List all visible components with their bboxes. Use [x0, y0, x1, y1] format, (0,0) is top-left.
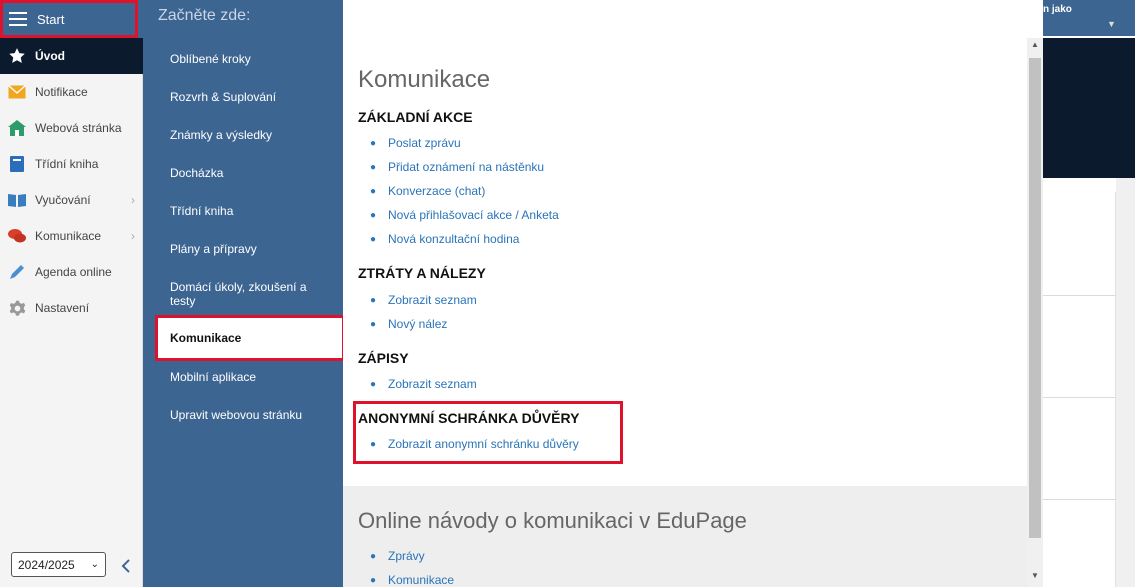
chevron-right-icon: ›	[131, 229, 135, 243]
link-nova-prihlasovaci-akce[interactable]: Nová přihlašovací akce / Anketa	[388, 208, 559, 222]
sidebar-item-nastaveni[interactable]: Nastavení	[0, 290, 143, 326]
sidebar-item-label: Vyučování	[35, 193, 91, 207]
chat-icon	[8, 227, 26, 245]
subsection-heading: ZÁKLADNÍ AKCE	[358, 109, 473, 125]
highlight-box	[353, 401, 623, 464]
link-guide-zpravy[interactable]: Zprávy	[388, 549, 425, 563]
menu-item-komunikace[interactable]: Komunikace	[155, 315, 345, 361]
bullet: ●	[370, 234, 377, 245]
menu-item-oblibene-kroky[interactable]: Oblíbené kroky	[170, 52, 335, 66]
bullet: ●	[370, 551, 377, 562]
sidebar-item-label: Notifikace	[35, 85, 88, 99]
menu-item-mobilni-aplikace[interactable]: Mobilní aplikace	[170, 370, 335, 384]
link-zapisy-zobrazit-seznam[interactable]: Zobrazit seznam	[388, 377, 477, 391]
dark-header-band	[1043, 38, 1135, 178]
bullet: ●	[370, 575, 377, 586]
sidebar-item-komunikace[interactable]: Komunikace ›	[0, 218, 143, 254]
sidebar-item-vyucovani[interactable]: Vyučování ›	[0, 182, 143, 218]
subsection-heading: ZTRÁTY A NÁLEZY	[358, 265, 486, 281]
bullet: ●	[370, 379, 377, 390]
start-label: Start	[37, 11, 65, 27]
menu-header: Začněte zde:	[158, 7, 251, 24]
open-book-icon	[8, 191, 26, 209]
menu-item-domaci-ukoly[interactable]: Domácí úkoly, zkoušení a testy	[170, 280, 335, 308]
menu-item-rozvrh[interactable]: Rozvrh & Suplování	[170, 90, 335, 104]
scrollbar-thumb[interactable]	[1029, 58, 1041, 538]
scroll-down-arrow-icon[interactable]: ▼	[1029, 571, 1041, 583]
menu-item-tridni-kniha[interactable]: Třídní kniha	[170, 204, 335, 218]
sidebar-item-label: Webová stránka	[35, 121, 122, 135]
sidebar-item-notifikace[interactable]: Notifikace	[0, 74, 143, 110]
bullet: ●	[370, 295, 377, 306]
sidebar-item-agenda-online[interactable]: Agenda online	[0, 254, 143, 290]
sidebar-item-label: Agenda online	[35, 265, 112, 279]
divider	[1043, 397, 1116, 398]
school-year-select[interactable]: 2024/2025 ⌄	[11, 552, 106, 577]
school-year-value: 2024/2025	[18, 557, 75, 572]
guides-title: Online návody o komunikaci v EduPage	[358, 508, 747, 533]
bullet: ●	[370, 162, 377, 173]
hamburger-icon	[9, 12, 27, 26]
section-title: Komunikace	[358, 66, 491, 93]
pen-icon	[8, 263, 26, 281]
subsection-heading: ZÁPISY	[358, 350, 409, 366]
chevron-left-icon	[121, 559, 130, 573]
link-guide-komunikace[interactable]: Komunikace	[388, 573, 454, 587]
star-icon	[8, 47, 26, 65]
link-poslat-zpravu[interactable]: Poslat zprávu	[388, 136, 461, 150]
menu-item-znamky[interactable]: Známky a výsledky	[170, 128, 335, 142]
bullet: ●	[370, 210, 377, 221]
divider	[1043, 499, 1116, 500]
bullet: ●	[370, 319, 377, 330]
sidebar-item-label: Komunikace	[35, 229, 102, 243]
caret-down-icon[interactable]: ▼	[1107, 19, 1116, 29]
sidebar-item-label: Úvod	[35, 49, 65, 63]
gear-icon	[8, 299, 26, 317]
sidebar-item-webova-stranka[interactable]: Webová stránka	[0, 110, 143, 146]
sidebar-item-label: Nastavení	[35, 301, 90, 315]
sidebar-item-uvod[interactable]: Úvod	[0, 38, 143, 74]
sidebar-item-label: Třídní kniha	[35, 157, 99, 171]
book-icon	[8, 155, 26, 173]
chevron-down-icon: ⌄	[90, 559, 99, 570]
menu-item-upravit-web[interactable]: Upravit webovou stránku	[170, 408, 335, 422]
chevron-right-icon: ›	[131, 193, 135, 207]
content-guides	[343, 486, 1028, 587]
user-menu-label[interactable]: n jako	[1043, 4, 1072, 15]
menu-item-plany[interactable]: Plány a přípravy	[170, 242, 335, 256]
start-menu-panel: Začněte zde: Oblíbené kroky Rozvrh & Sup…	[143, 0, 345, 587]
link-nova-konzultacni-hodina[interactable]: Nová konzultační hodina	[388, 232, 519, 246]
sidebar-item-tridni-kniha[interactable]: Třídní kniha	[0, 146, 143, 182]
envelope-icon	[8, 83, 26, 101]
bullet: ●	[370, 138, 377, 149]
background-area	[1116, 178, 1135, 587]
scroll-up-arrow-icon[interactable]: ▲	[1029, 40, 1041, 52]
menu-item-dochazka[interactable]: Docházka	[170, 166, 335, 180]
background-cards	[1043, 192, 1116, 587]
start-button[interactable]: Start	[0, 0, 138, 38]
bullet: ●	[370, 186, 377, 197]
link-ztraty-zobrazit-seznam[interactable]: Zobrazit seznam	[388, 293, 477, 307]
link-novy-nalez[interactable]: Nový nález	[388, 317, 447, 331]
divider	[1043, 295, 1116, 296]
collapse-sidebar-button[interactable]	[118, 556, 134, 576]
menu-content-panel: Komunikace ZÁKLADNÍ AKCE ● Poslat zprávu…	[343, 38, 1043, 587]
house-icon	[8, 119, 26, 137]
link-pridat-oznameni[interactable]: Přidat oznámení na nástěnku	[388, 160, 544, 174]
link-konverzace[interactable]: Konverzace (chat)	[388, 184, 485, 198]
